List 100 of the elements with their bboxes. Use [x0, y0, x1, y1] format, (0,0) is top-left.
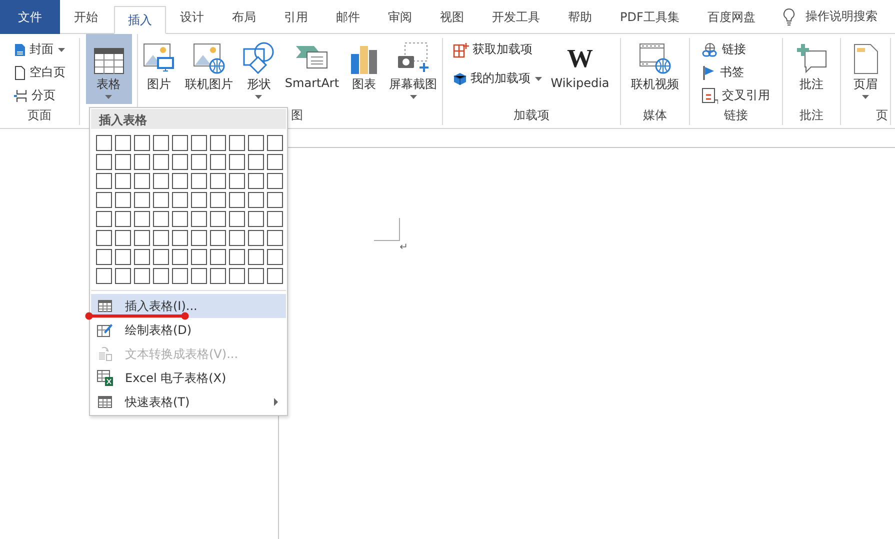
ribbon-tab[interactable]: 布局 [218, 0, 270, 34]
grid-cell[interactable] [267, 230, 283, 246]
grid-cell[interactable] [191, 249, 207, 265]
grid-cell[interactable] [267, 211, 283, 227]
grid-cell[interactable] [134, 173, 150, 189]
ribbon-button[interactable]: 屏幕截图 [385, 38, 442, 106]
ribbon-button[interactable]: 联机图片 [180, 38, 237, 106]
grid-cell[interactable] [153, 192, 169, 208]
grid-cell[interactable] [210, 249, 226, 265]
grid-cell[interactable] [115, 135, 131, 151]
ribbon-tab[interactable]: PDF工具集 [606, 0, 694, 34]
grid-cell[interactable] [115, 154, 131, 170]
grid-cell[interactable] [248, 173, 264, 189]
ribbon-button[interactable]: 形状 [238, 38, 279, 106]
grid-cell[interactable] [115, 268, 131, 284]
grid-cell[interactable] [115, 211, 131, 227]
ribbon-tab[interactable]: 插入 [114, 6, 166, 34]
ribbon-button[interactable]: 表格 [86, 34, 132, 104]
ribbon-tab[interactable]: 引用 [270, 0, 322, 34]
grid-cell[interactable] [248, 135, 264, 151]
grid-cell[interactable] [267, 135, 283, 151]
grid-cell[interactable] [248, 230, 264, 246]
grid-cell[interactable] [229, 154, 245, 170]
grid-cell[interactable] [248, 249, 264, 265]
grid-cell[interactable] [229, 173, 245, 189]
grid-cell[interactable] [210, 230, 226, 246]
grid-cell[interactable] [134, 211, 150, 227]
grid-cell[interactable] [267, 249, 283, 265]
grid-cell[interactable] [191, 230, 207, 246]
grid-cell[interactable] [229, 230, 245, 246]
ribbon-tab[interactable]: 设计 [166, 0, 218, 34]
menu-item[interactable]: 绘制表格(D) [91, 318, 286, 342]
ribbon-tab[interactable]: 审阅 [374, 0, 426, 34]
ribbon-button[interactable]: 封面 [10, 39, 68, 60]
grid-cell[interactable] [267, 173, 283, 189]
grid-cell[interactable] [172, 135, 188, 151]
grid-cell[interactable] [153, 211, 169, 227]
grid-cell[interactable] [115, 173, 131, 189]
grid-cell[interactable] [248, 154, 264, 170]
grid-cell[interactable] [134, 249, 150, 265]
grid-cell[interactable] [248, 211, 264, 227]
grid-cell[interactable] [115, 249, 131, 265]
menu-item[interactable]: 快速表格(T) [91, 390, 286, 414]
grid-cell[interactable] [248, 192, 264, 208]
grid-cell[interactable] [210, 173, 226, 189]
ribbon-button[interactable]: SmartArt [280, 38, 344, 106]
grid-cell[interactable] [210, 154, 226, 170]
grid-cell[interactable] [153, 173, 169, 189]
ribbon-button[interactable]: 联机视频 [627, 38, 683, 106]
ribbon-button[interactable]: 书签 [699, 62, 773, 83]
grid-cell[interactable] [172, 154, 188, 170]
grid-cell[interactable] [153, 249, 169, 265]
grid-cell[interactable] [191, 135, 207, 151]
grid-cell[interactable] [134, 192, 150, 208]
grid-cell[interactable] [115, 192, 131, 208]
grid-cell[interactable] [191, 211, 207, 227]
ribbon-button[interactable]: W Wikipedia [546, 38, 614, 106]
grid-cell[interactable] [229, 211, 245, 227]
ribbon-button[interactable]: 页眉 [850, 38, 882, 106]
grid-cell[interactable] [172, 211, 188, 227]
grid-cell[interactable] [210, 135, 226, 151]
ribbon-tab[interactable]: 视图 [426, 0, 478, 34]
tell-me-search[interactable]: 操作说明搜索 [805, 8, 878, 25]
ribbon-tab[interactable]: 开发工具 [478, 0, 554, 34]
grid-cell[interactable] [153, 135, 169, 151]
grid-cell[interactable] [96, 211, 112, 227]
ribbon-button[interactable]: 图片 [138, 38, 179, 106]
ribbon-button[interactable]: 空白页 [10, 62, 68, 83]
grid-cell[interactable] [134, 268, 150, 284]
ribbon-tab[interactable]: 开始 [60, 0, 112, 34]
grid-cell[interactable] [229, 135, 245, 151]
grid-cell[interactable] [134, 230, 150, 246]
grid-cell[interactable] [210, 268, 226, 284]
ribbon-button[interactable]: 链接 [699, 39, 773, 60]
grid-cell[interactable] [229, 192, 245, 208]
grid-cell[interactable] [96, 249, 112, 265]
ribbon-button[interactable]: 批注 [792, 38, 830, 106]
grid-cell[interactable] [134, 154, 150, 170]
grid-cell[interactable] [229, 268, 245, 284]
grid-cell[interactable] [267, 192, 283, 208]
ribbon-button[interactable]: 图表 [345, 38, 384, 106]
grid-cell[interactable] [191, 154, 207, 170]
grid-cell[interactable] [96, 268, 112, 284]
ribbon-tab[interactable]: 邮件 [322, 0, 374, 34]
grid-cell[interactable] [153, 230, 169, 246]
ribbon-tab[interactable]: 百度网盘 [693, 0, 770, 34]
grid-cell[interactable] [172, 268, 188, 284]
grid-cell[interactable] [115, 230, 131, 246]
grid-cell[interactable] [172, 173, 188, 189]
ribbon-tab[interactable]: 帮助 [554, 0, 606, 34]
grid-cell[interactable] [267, 154, 283, 170]
grid-cell[interactable] [229, 249, 245, 265]
grid-cell[interactable] [210, 211, 226, 227]
grid-cell[interactable] [153, 154, 169, 170]
grid-cell[interactable] [134, 135, 150, 151]
grid-cell[interactable] [96, 154, 112, 170]
grid-cell[interactable] [191, 192, 207, 208]
grid-cell[interactable] [210, 192, 226, 208]
menu-item[interactable]: Excel 电子表格(X) [91, 366, 286, 390]
grid-cell[interactable] [172, 249, 188, 265]
